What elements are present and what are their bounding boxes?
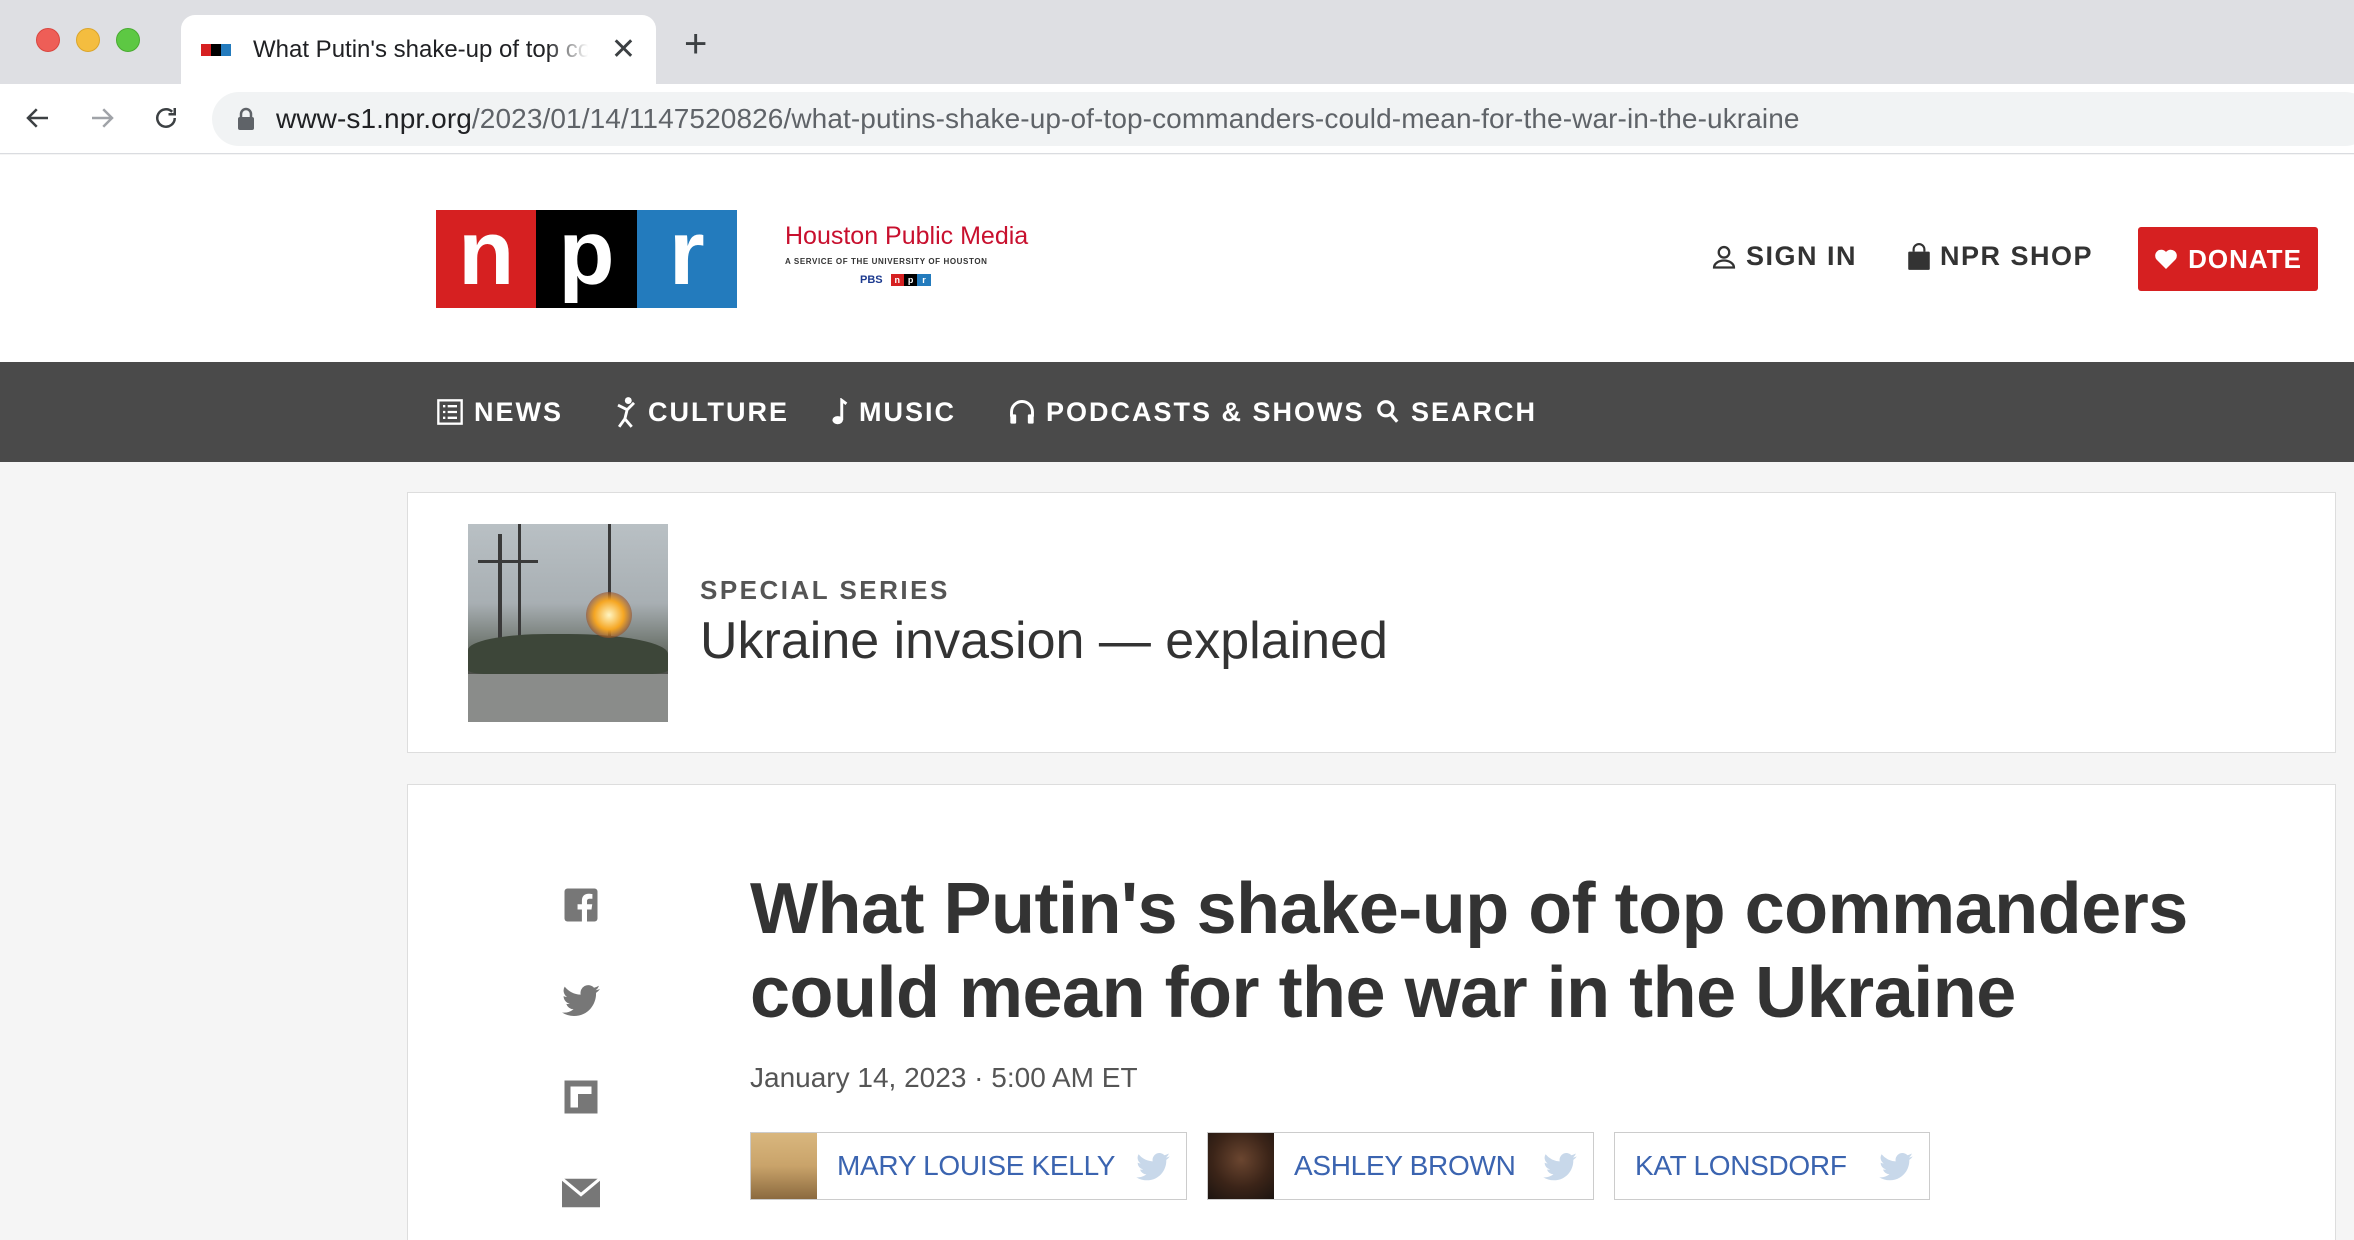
url-path: /2023/01/14/1147520826/what-putins-shake…: [471, 103, 1800, 134]
browser-toolbar: www-s1.npr.org/2023/01/14/1147520826/wha…: [0, 84, 2354, 154]
lock-icon: [238, 107, 254, 130]
search-icon: [1377, 400, 1399, 423]
music-note-icon: [832, 398, 848, 425]
shopping-bag-icon: [1908, 242, 1930, 270]
nav-music[interactable]: MUSIC: [831, 362, 956, 462]
logo-letter-n: n: [436, 207, 537, 308]
npr-logo[interactable]: n p r: [436, 207, 737, 308]
donate-button[interactable]: DONATE: [2138, 227, 2318, 291]
nav-search-label: SEARCH: [1411, 396, 1538, 427]
twitter-icon: [1136, 1153, 1170, 1181]
nav-culture-label: CULTURE: [648, 396, 789, 427]
headphones-icon: [1010, 400, 1034, 424]
special-series-card[interactable]: SPECIAL SERIES Ukraine invasion — explai…: [407, 492, 2336, 753]
share-facebook-button[interactable]: [561, 885, 601, 925]
sign-in-label: SIGN IN: [1746, 241, 1858, 271]
station-marks: PBS npr: [860, 274, 1025, 286]
new-tab-button[interactable]: +: [684, 24, 707, 64]
address-bar[interactable]: www-s1.npr.org/2023/01/14/1147520826/wha…: [212, 92, 2354, 146]
logo-letter-p: p: [536, 207, 637, 308]
browser-tab-active[interactable]: What Putin's shake-up of top commanders …: [181, 15, 656, 84]
mini-npr-logo: npr: [890, 274, 931, 286]
culture-icon: [617, 397, 636, 428]
forward-arrow-icon: [92, 108, 114, 128]
nav-culture[interactable]: CULTURE: [614, 362, 789, 462]
shop-label: NPR SHOP: [1940, 241, 2094, 271]
series-title[interactable]: Ukraine invasion — explained: [700, 611, 1388, 671]
browser-tabstrip: What Putin's shake-up of top commanders …: [0, 0, 2354, 84]
back-arrow-icon: [26, 108, 48, 128]
url-host: www-s1.npr.org: [276, 103, 472, 134]
tab-close-icon[interactable]: ✕: [611, 34, 636, 65]
sign-in-link[interactable]: SIGN IN: [1710, 241, 1857, 272]
logo-letter-r: r: [636, 207, 737, 308]
tab-title: What Putin's shake-up of top commanders …: [253, 35, 588, 63]
donate-label: DONATE: [2188, 243, 2302, 274]
nav-music-label: MUSIC: [859, 396, 956, 427]
share-twitter-button[interactable]: [561, 981, 601, 1021]
pbs-logo: PBS: [860, 274, 883, 286]
heart-icon: [2155, 249, 2177, 269]
reload-icon: [156, 108, 176, 128]
byline-mary-louise-kelly[interactable]: MARY LOUISE KELLY: [750, 1132, 1187, 1200]
twitter-icon: [1543, 1153, 1577, 1181]
series-eyebrow: SPECIAL SERIES: [700, 575, 950, 605]
nav-podcasts-shows[interactable]: PODCASTS & SHOWS: [1008, 362, 1365, 462]
window-minimize-button[interactable]: [76, 28, 100, 52]
byline-photo: [1208, 1133, 1274, 1199]
npr-favicon-icon: [201, 43, 231, 56]
station-name: Houston Public Media: [785, 222, 1029, 250]
nav-search[interactable]: SEARCH: [1375, 362, 1537, 462]
flipboard-icon: [564, 1080, 598, 1114]
window-close-button[interactable]: [36, 28, 60, 52]
npr-shop-link[interactable]: NPR SHOP: [1906, 241, 2093, 272]
twitter-icon: [1879, 1153, 1913, 1181]
window-zoom-button[interactable]: [116, 28, 140, 52]
user-icon: [1712, 245, 1736, 269]
forward-button[interactable]: [82, 98, 122, 138]
station-subtitle: A SERVICE OF THE UNIVERSITY OF HOUSTON: [785, 257, 988, 266]
share-email-button[interactable]: [561, 1173, 601, 1213]
twitter-icon: [562, 985, 600, 1017]
story-headline: What Putin's shake-up of top commanders …: [750, 869, 2188, 1033]
byline-name: ASHLEY BROWN: [1294, 1150, 1516, 1181]
nav-podcasts-label: PODCASTS & SHOWS: [1046, 396, 1365, 427]
byline-kat-lonsdorf[interactable]: KAT LONSDORF: [1614, 1132, 1930, 1200]
email-icon: [562, 1178, 600, 1208]
explosion: [586, 592, 632, 638]
byline-ashley-brown[interactable]: ASHLEY BROWN: [1207, 1132, 1594, 1200]
reload-button[interactable]: [146, 98, 186, 138]
url-text: www-s1.npr.org/2023/01/14/1147520826/wha…: [276, 103, 1800, 135]
back-button[interactable]: [18, 98, 58, 138]
share-flipboard-button[interactable]: [561, 1077, 601, 1117]
nav-news[interactable]: NEWS: [436, 362, 563, 462]
byline-name: MARY LOUISE KELLY: [837, 1150, 1116, 1181]
facebook-icon: [564, 888, 598, 922]
site-header: n p r Houston Public Media A SERVICE OF …: [0, 155, 2354, 362]
story-card: What Putin's shake-up of top commanders …: [407, 784, 2336, 1240]
site-nav: NEWS CULTURE MUSIC PODCASTS & SHOWS SEAR…: [0, 362, 2354, 462]
byline-name: KAT LONSDORF: [1635, 1150, 1847, 1181]
nav-news-label: NEWS: [474, 396, 563, 427]
news-icon: [437, 399, 463, 425]
byline-photo: [751, 1133, 817, 1199]
station-logo[interactable]: Houston Public Media A SERVICE OF THE UN…: [785, 222, 1029, 286]
story-date: January 14, 2023 · 5:00 AM ET: [750, 1062, 1138, 1093]
series-thumbnail[interactable]: [468, 524, 668, 722]
